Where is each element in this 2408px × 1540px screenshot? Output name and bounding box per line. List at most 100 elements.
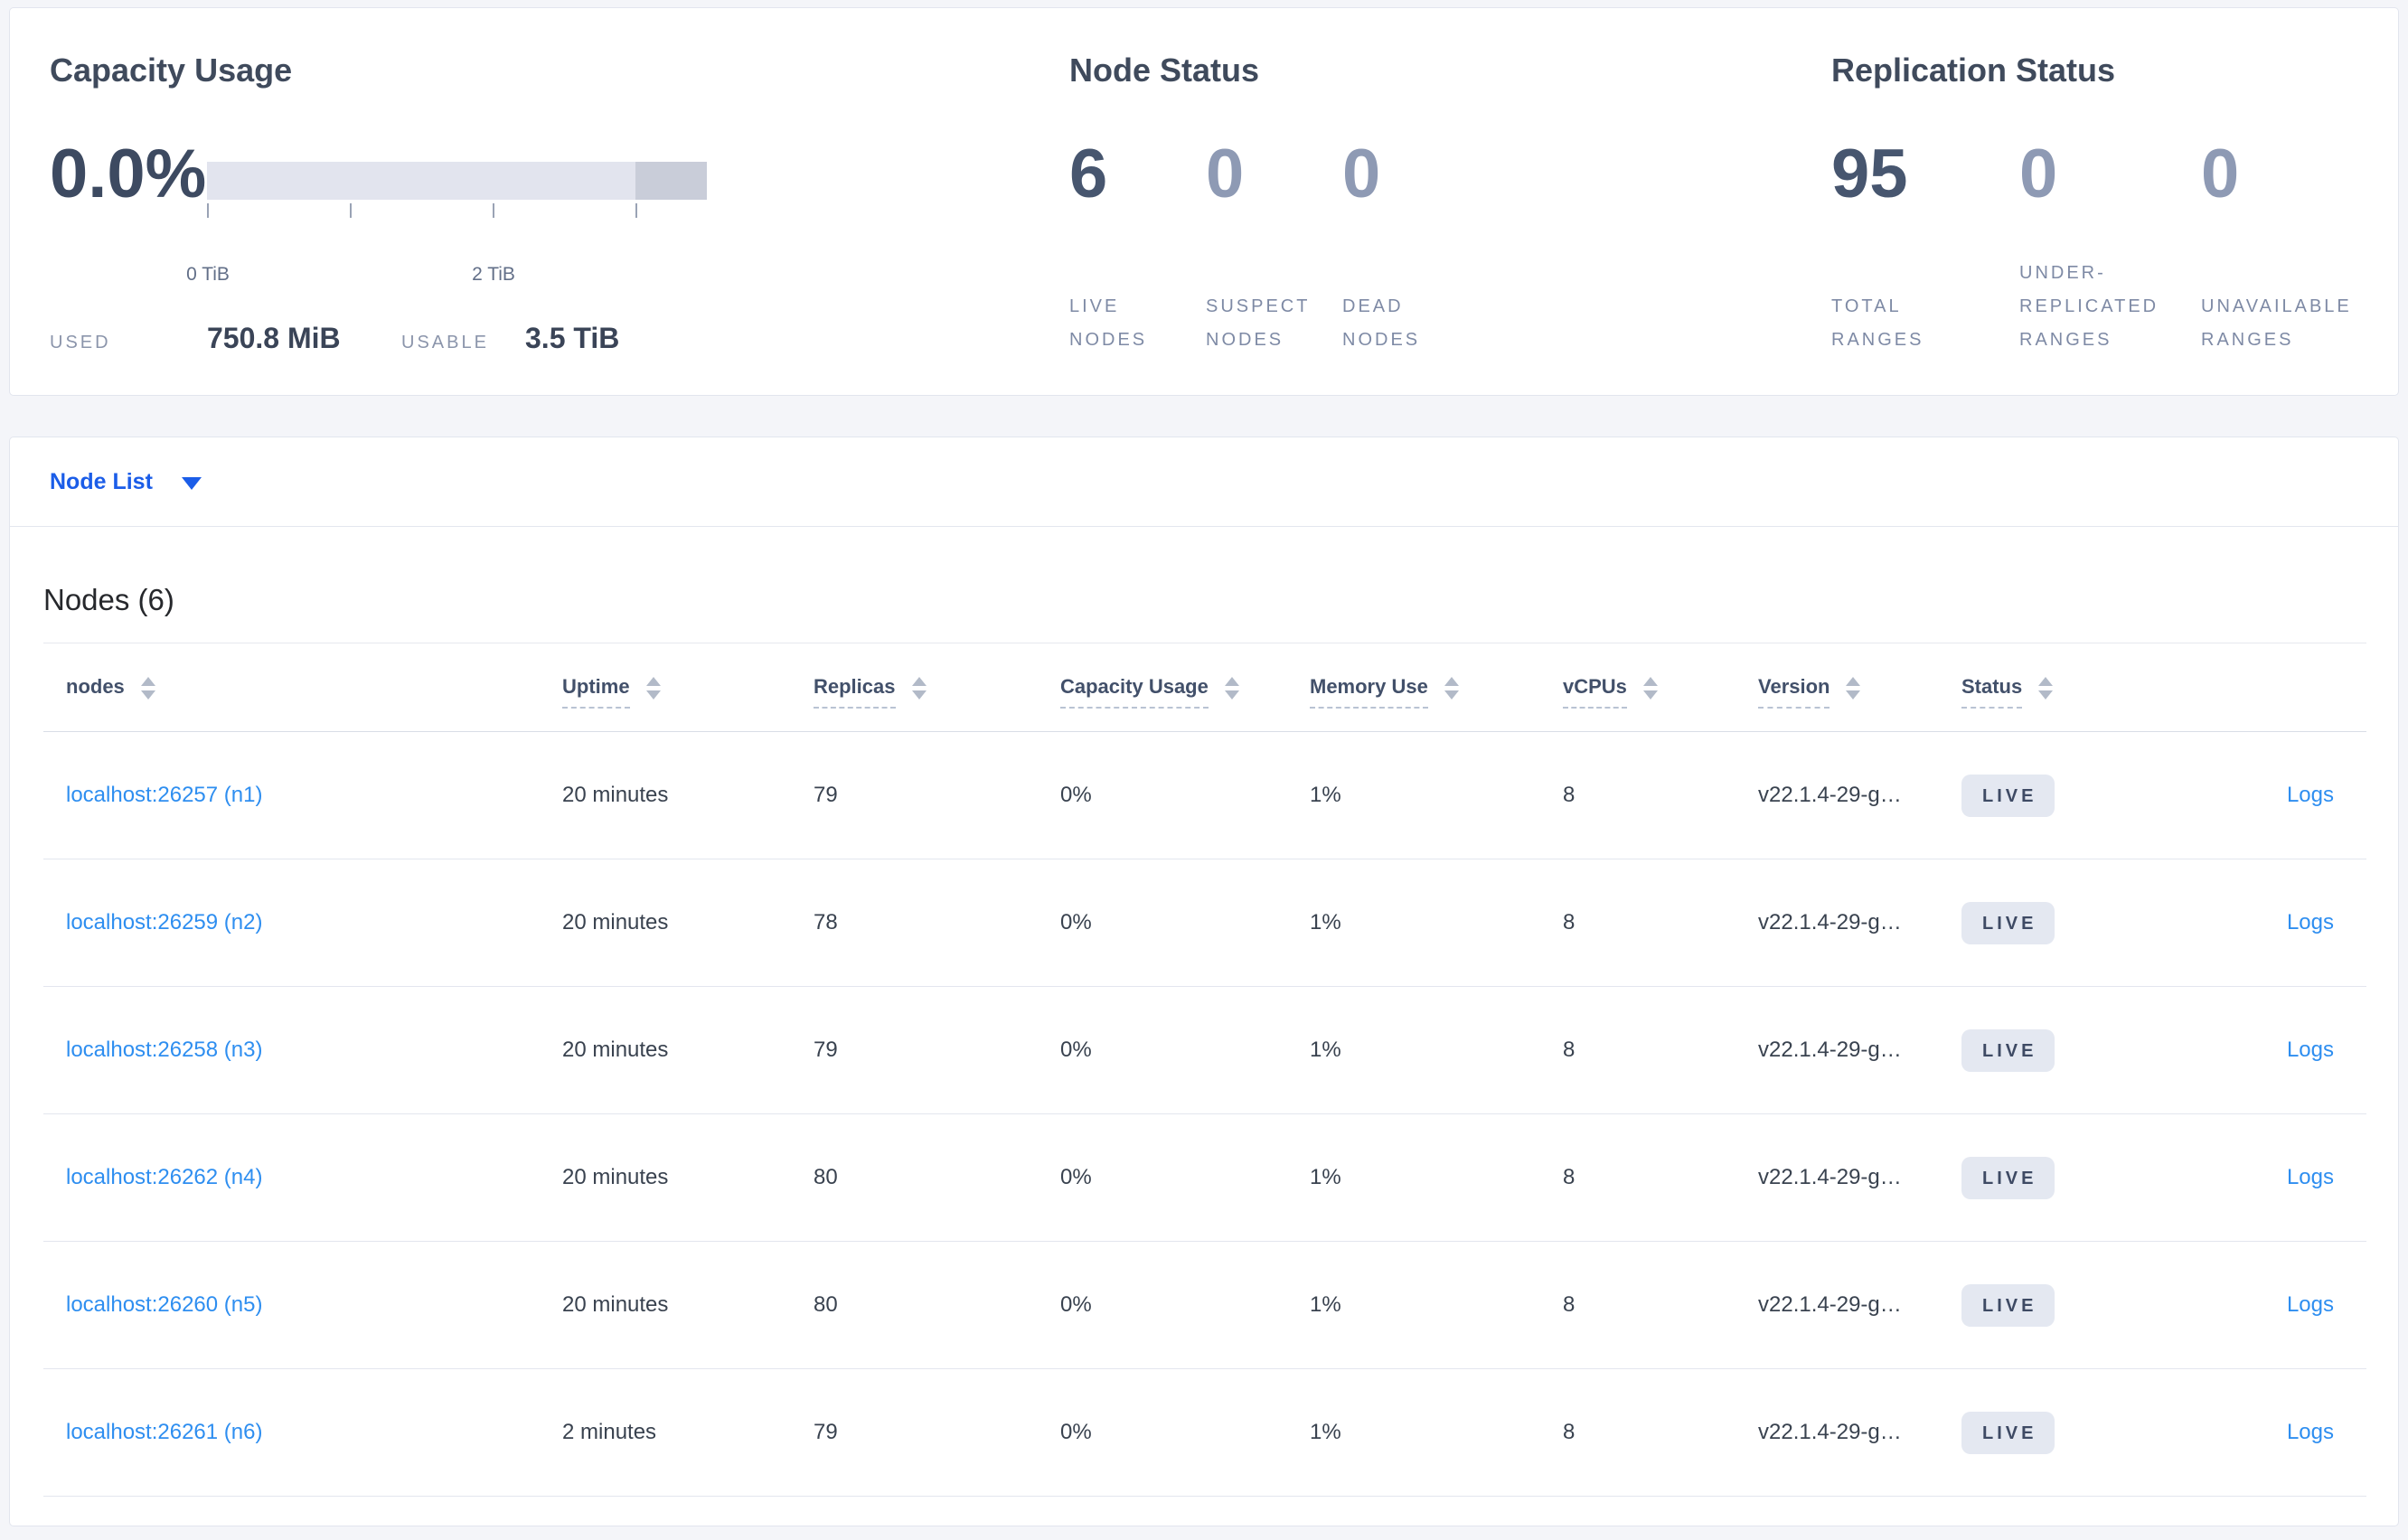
stat-unavailable-ranges: 0 UNAVAILABLE RANGES: [2201, 136, 2395, 357]
stat-label: UNAVAILABLE RANGES: [2201, 290, 2395, 357]
memory-cell: 1%: [1310, 1292, 1341, 1317]
stat-value: 6: [1069, 136, 1108, 212]
axis-tick-mark: [493, 203, 494, 218]
axis-tick-mark: [350, 203, 352, 218]
table-row: localhost:26258 (n3) 20 minutes 79 0% 1% 8 v22…: [43, 987, 2366, 1114]
column-header-uptime[interactable]: Uptime: [562, 643, 814, 732]
capacity-cell: 0%: [1060, 1038, 1092, 1062]
logs-link[interactable]: Logs: [2287, 1165, 2334, 1189]
stat-label-line: TOTAL: [1831, 296, 1902, 316]
status-badge: LIVE: [1961, 774, 2055, 817]
version-cell: v22.1.4-29-g…: [1758, 1292, 1902, 1317]
stat-suspect-nodes: 0 SUSPECT NODES: [1206, 136, 1342, 357]
stat-label-line: RANGES: [2201, 330, 2294, 350]
stat-under--replicated-ranges: 0 UNDER- REPLICATED RANGES: [2019, 136, 2201, 357]
column-header-logs: [2160, 643, 2366, 732]
node-list-dropdown-label: Node List: [50, 469, 153, 494]
sort-arrows-icon: [2038, 677, 2054, 700]
capacity-bar-reserved-segment: [635, 162, 707, 200]
logs-link[interactable]: Logs: [2287, 1420, 2334, 1444]
version-cell: v22.1.4-29-g…: [1758, 1420, 1902, 1444]
node-link[interactable]: localhost:26257 (n1): [66, 783, 262, 807]
status-badge: LIVE: [1961, 1156, 2055, 1199]
node-list-dropdown[interactable]: Node List: [50, 467, 202, 496]
stat-label-line: RANGES: [2019, 330, 2112, 350]
status-badge: LIVE: [1961, 1411, 2055, 1454]
node-link[interactable]: localhost:26258 (n3): [66, 1038, 262, 1062]
replication-status-title: Replication Status: [1831, 52, 2116, 89]
stat-label-line: REPLICATED: [2019, 296, 2159, 316]
capacity-legend: USED 750.8 MiB USABLE 3.5 TiB: [50, 321, 619, 360]
memory-cell: 1%: [1310, 910, 1341, 934]
cluster-summary-card: Capacity Usage 0.0% 0 TiB 2 TiB USED 750.…: [9, 7, 2399, 396]
sort-arrows-icon: [911, 677, 927, 700]
column-header-memory-use[interactable]: Memory Use: [1310, 643, 1563, 732]
table-row: localhost:26259 (n2) 20 minutes 78 0% 1% 8 v22…: [43, 859, 2366, 987]
node-list-card: Node List Nodes (6) nodes Uptime Replicas C…: [9, 437, 2399, 1526]
logs-link[interactable]: Logs: [2287, 1292, 2334, 1317]
column-header-label: Memory Use: [1310, 675, 1428, 709]
uptime-cell: 20 minutes: [562, 1292, 669, 1317]
column-header-capacity-usage[interactable]: Capacity Usage: [1060, 643, 1310, 732]
axis-tick-mark: [207, 203, 209, 218]
node-link[interactable]: localhost:26261 (n6): [66, 1420, 262, 1444]
sort-arrows-icon: [1444, 677, 1459, 700]
node-link[interactable]: localhost:26259 (n2): [66, 910, 262, 934]
replicas-cell: 78: [814, 910, 838, 934]
stat-label-line: DEAD: [1342, 296, 1404, 316]
capacity-bar-chart: 0 TiB 2 TiB: [186, 162, 707, 285]
version-cell: v22.1.4-29-g…: [1758, 1165, 1902, 1189]
stat-label-line: NODES: [1206, 330, 1284, 350]
uptime-cell: 20 minutes: [562, 910, 669, 934]
stat-label-line: LIVE: [1069, 296, 1120, 316]
version-cell: v22.1.4-29-g…: [1758, 783, 1902, 807]
logs-link[interactable]: Logs: [2287, 910, 2334, 934]
column-header-label: Version: [1758, 675, 1830, 709]
stat-label: DEAD NODES: [1342, 290, 1505, 357]
sort-arrows-icon: [645, 677, 661, 700]
cluster-overview-page: Capacity Usage 0.0% 0 TiB 2 TiB USED 750.…: [0, 0, 2408, 1540]
column-header-vcpus[interactable]: vCPUs: [1563, 643, 1758, 732]
column-header-nodes[interactable]: nodes: [43, 643, 562, 732]
view-selector-bar: Node List: [10, 437, 2398, 527]
sort-arrows-icon: [1224, 677, 1239, 700]
column-header-replicas[interactable]: Replicas: [814, 643, 1060, 732]
vcpus-cell: 8: [1563, 910, 1576, 934]
node-status-title: Node Status: [1069, 52, 1260, 89]
column-header-label: nodes: [66, 675, 125, 698]
uptime-cell: 20 minutes: [562, 1038, 669, 1062]
nodes-heading: Nodes (6): [43, 583, 174, 616]
capacity-cell: 0%: [1060, 1420, 1092, 1444]
stat-label-line: NODES: [1069, 330, 1148, 350]
memory-cell: 1%: [1310, 1420, 1341, 1444]
table-row: localhost:26257 (n1) 20 minutes 79 0% 1% 8 v22…: [43, 732, 2366, 859]
logs-link[interactable]: Logs: [2287, 783, 2334, 807]
node-status-section: Node Status 6 LIVE NODES 0 SUSPECT NODES 0 DEAD…: [1069, 8, 1811, 395]
usable-value: 3.5 TiB: [525, 322, 620, 354]
table-header-row: nodes Uptime Replicas Capacity Usage Memory …: [43, 643, 2366, 732]
stat-value: 95: [1831, 136, 1908, 212]
column-header-version[interactable]: Version: [1758, 643, 1961, 732]
capacity-cell: 0%: [1060, 783, 1092, 807]
node-link[interactable]: localhost:26262 (n4): [66, 1165, 262, 1189]
used-value: 750.8 MiB: [207, 322, 341, 354]
stat-total-ranges: 95 TOTAL RANGES: [1831, 136, 2019, 357]
column-header-label: Status: [1961, 675, 2023, 709]
stat-label: LIVE NODES: [1069, 290, 1206, 357]
replicas-cell: 79: [814, 783, 838, 807]
column-header-label: vCPUs: [1563, 675, 1627, 709]
stat-live-nodes: 6 LIVE NODES: [1069, 136, 1206, 357]
replicas-cell: 79: [814, 1420, 838, 1444]
column-header-label: Uptime: [562, 675, 630, 709]
stat-label-line: SUSPECT: [1206, 296, 1311, 316]
replication-status-stats: 95 TOTAL RANGES 0 UNDER- REPLICATED RANGES 0 UNA…: [1831, 136, 2395, 357]
table-row: localhost:26262 (n4) 20 minutes 80 0% 1% 8 v22…: [43, 1114, 2366, 1242]
column-header-status[interactable]: Status: [1961, 643, 2160, 732]
replicas-cell: 79: [814, 1038, 838, 1062]
node-link[interactable]: localhost:26260 (n5): [66, 1292, 262, 1317]
logs-link[interactable]: Logs: [2287, 1038, 2334, 1062]
stat-label-line: UNAVAILABLE: [2201, 296, 2352, 316]
vcpus-cell: 8: [1563, 1038, 1576, 1062]
uptime-cell: 2 minutes: [562, 1420, 657, 1444]
capacity-axis-ticks: 0 TiB 2 TiB: [186, 203, 707, 285]
